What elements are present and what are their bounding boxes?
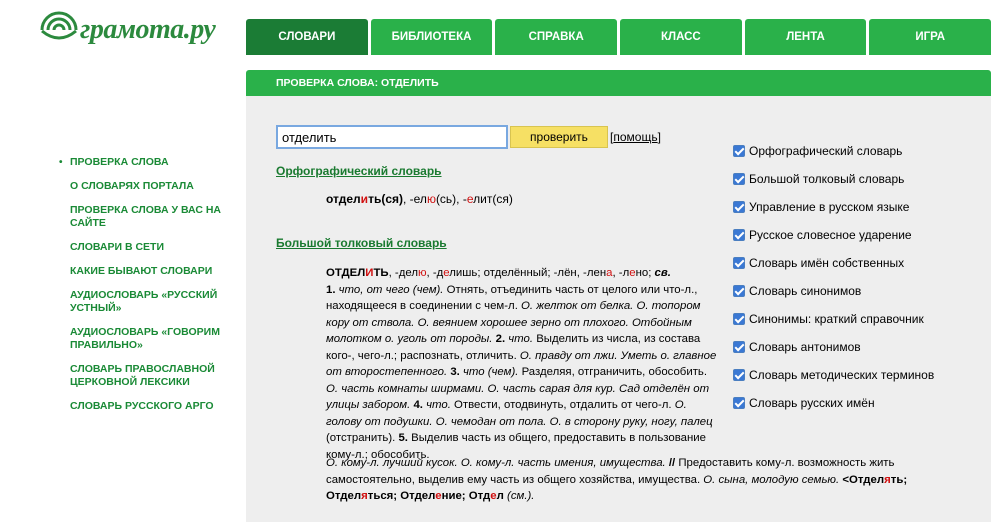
help-link-wrapper: [помощь] [610,130,661,144]
dict-checkbox-government[interactable]: Управление в русском языке [733,193,934,221]
sidebar-item-audio-speak-correctly[interactable]: АУДИОСЛОВАРЬ «ГОВОРИМ ПРАВИЛЬНО» [58,326,238,352]
sidebar-item-check-on-your-site[interactable]: ПРОВЕРКА СЛОВА У ВАС НА САЙТЕ [58,204,238,230]
checkbox-checked-icon[interactable] [733,285,745,297]
checkbox-checked-icon[interactable] [733,201,745,213]
search-row: проверить [помощь] [276,125,661,149]
tab-lenta[interactable]: ЛЕНТА [744,19,867,55]
sidebar-item-label: ПРОВЕРКА СЛОВА [70,156,169,168]
checkbox-checked-icon[interactable] [733,173,745,185]
snail-logo-icon [40,11,78,49]
search-input[interactable] [276,125,508,149]
main-panel: проверить [помощь] Орфографический слова… [246,96,991,522]
tolk-dictionary-heading[interactable]: Большой толковый словарь [276,236,447,250]
tab-igra[interactable]: ИГРА [869,19,992,55]
dict-checkbox-method-terms[interactable]: Словарь методических терминов [733,361,934,389]
dict-checkbox-stress[interactable]: Русское словесное ударение [733,221,934,249]
sidebar-item-dictionary-types[interactable]: КАКИЕ БЫВАЮТ СЛОВАРИ [58,265,238,278]
sidebar-item-orthodox-lexicon[interactable]: СЛОВАРЬ ПРАВОСЛАВНОЙ ЦЕРКОВНОЙ ЛЕКСИКИ [58,363,238,389]
checkbox-checked-icon[interactable] [733,369,745,381]
tolk-entry: ОТДЕЛИТЬ, -делю, -делишь; отделённый; -л… [326,267,717,461]
check-button[interactable]: проверить [510,126,608,148]
sidebar: • ПРОВЕРКА СЛОВА О СЛОВАРЯХ ПОРТАЛА ПРОВ… [58,156,238,424]
tab-slovari[interactable]: СЛОВАРИ [246,19,368,55]
dict-checkbox-tolk[interactable]: Большой толковый словарь [733,165,934,193]
ortho-headword: отделить(ся) [326,192,403,206]
dict-checkbox-proper-names[interactable]: Словарь имён собственных [733,249,934,277]
tab-spravka[interactable]: СПРАВКА [495,19,618,55]
sidebar-item-argo-dictionary[interactable]: СЛОВАРЬ РУССКОГО АРГО [58,400,238,413]
tab-biblioteka[interactable]: БИБЛИОТЕКА [370,19,493,55]
dictionary-checklist: Орфографический словарь Большой толковый… [733,137,934,417]
dict-checkbox-antonyms[interactable]: Словарь антонимов [733,333,934,361]
checkbox-checked-icon[interactable] [733,341,745,353]
checkbox-checked-icon[interactable] [733,229,745,241]
checkbox-checked-icon[interactable] [733,397,745,409]
ortho-entry: отделить(ся), -елю(сь), -елит(ся) [326,192,513,206]
dict-checkbox-ortho[interactable]: Орфографический словарь [733,137,934,165]
tolk-headword: ОТДЕЛИТЬ [326,267,389,279]
sidebar-item-about-dictionaries[interactable]: О СЛОВАРЯХ ПОРТАЛА [58,180,238,193]
sidebar-item-online-dictionaries[interactable]: СЛОВАРИ В СЕТИ [58,241,238,254]
ortho-dictionary-heading[interactable]: Орфографический словарь [276,164,442,178]
tab-klass[interactable]: КЛАСС [620,19,742,55]
checkbox-checked-icon[interactable] [733,313,745,325]
bullet-icon: • [59,157,63,168]
sidebar-item-audio-russian-oral[interactable]: АУДИОСЛОВАРЬ «РУССКИЙ УСТНЫЙ» [58,289,238,315]
help-link[interactable]: помощь [613,130,657,144]
page-title: ПРОВЕРКА СЛОВА: ОТДЕЛИТЬ [276,77,439,89]
site-logo[interactable]: грамота.ру [40,8,240,52]
checkbox-checked-icon[interactable] [733,145,745,157]
sidebar-item-check-word[interactable]: • ПРОВЕРКА СЛОВА [58,156,238,169]
dict-checkbox-synonyms-short[interactable]: Синонимы: краткий справочник [733,305,934,333]
main-nav: СЛОВАРИ БИБЛИОТЕКА СПРАВКА КЛАСС ЛЕНТА И… [246,19,992,55]
logo-text: грамота.ру [80,14,216,45]
dict-checkbox-russian-names[interactable]: Словарь русских имён [733,389,934,417]
page-title-bar: ПРОВЕРКА СЛОВА: ОТДЕЛИТЬ [246,70,991,96]
dict-checkbox-synonyms[interactable]: Словарь синонимов [733,277,934,305]
checkbox-checked-icon[interactable] [733,257,745,269]
tolk-entry-continued: О. кому-л. лучший кусок. О. кому-л. част… [326,457,908,502]
